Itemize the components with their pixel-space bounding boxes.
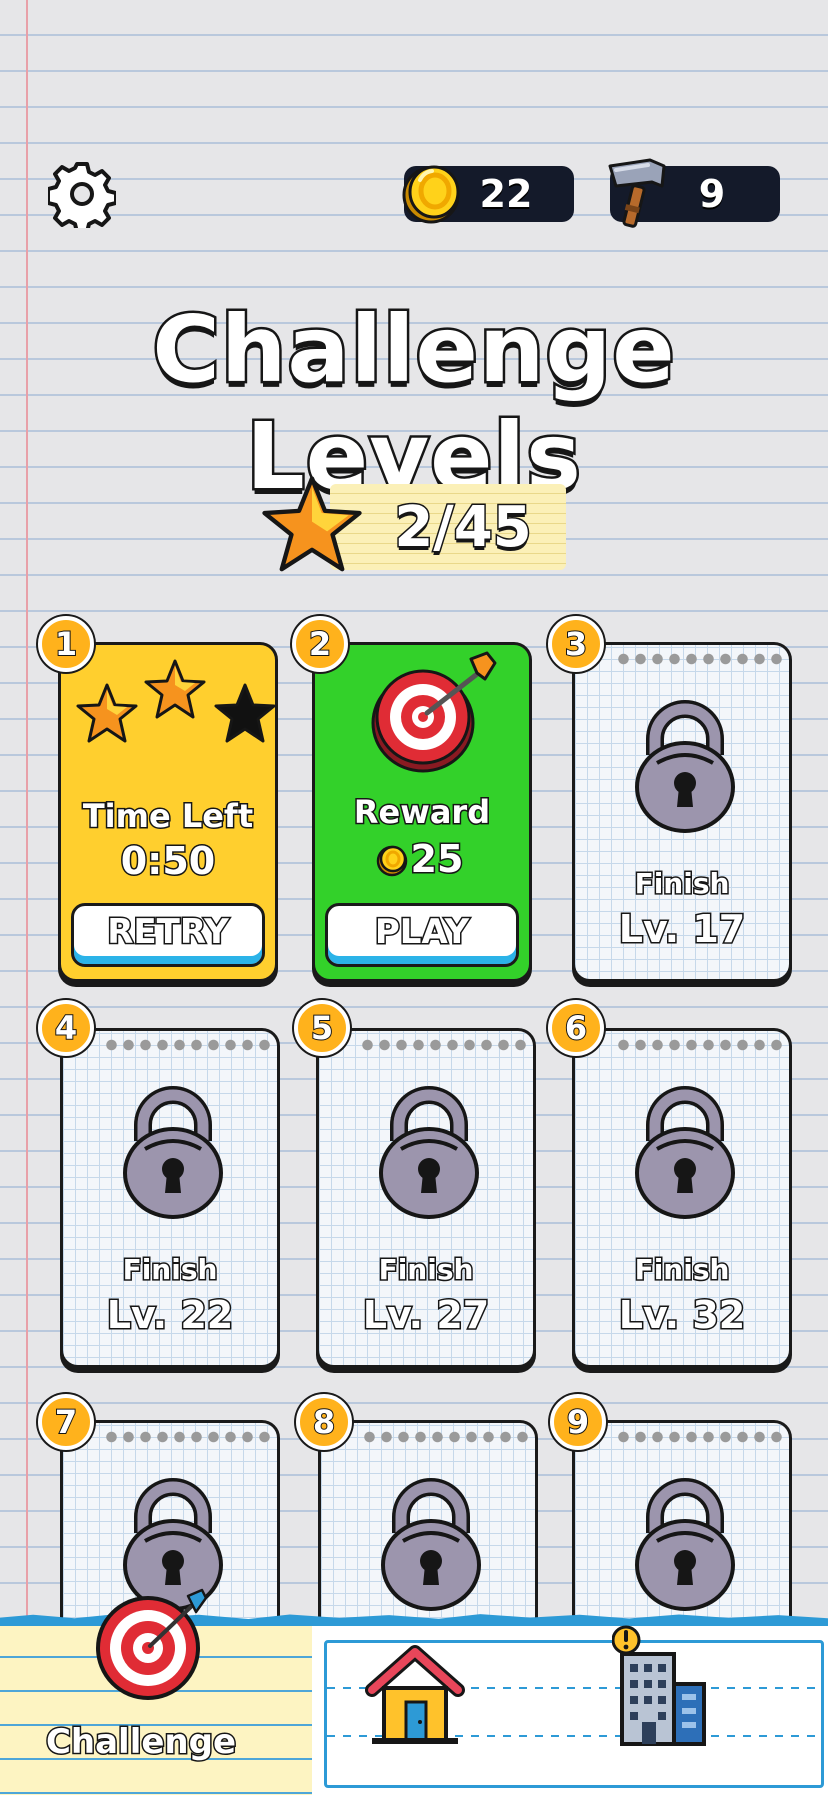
level-card-4[interactable]: Finish Lv. 22 xyxy=(60,1028,280,1368)
unlock-requirement-label: Finish xyxy=(377,1252,475,1288)
tab-challenge-label: Challenge xyxy=(44,1721,237,1764)
level-number-badge: 2 xyxy=(292,616,348,672)
star-earned-icon xyxy=(144,659,206,719)
coin-icon xyxy=(402,165,460,224)
play-button[interactable]: PLAY xyxy=(325,903,519,967)
level-number-badge: 3 xyxy=(548,616,604,672)
star-progress-text: 2/45 xyxy=(393,493,533,561)
level-number-badge: 5 xyxy=(294,1000,350,1056)
level-number: 9 xyxy=(566,1402,590,1442)
reward-label: Reward xyxy=(352,792,491,833)
level-number-badge: 1 xyxy=(38,616,94,672)
unlock-requirement-label: Finish xyxy=(633,866,731,902)
level-number-badge: 4 xyxy=(38,1000,94,1056)
time-left-label: Time Left xyxy=(81,796,254,837)
lock-icon xyxy=(381,1478,481,1611)
retry-button[interactable]: RETRY xyxy=(71,903,265,967)
lock-icon xyxy=(635,1478,735,1611)
level-card-5[interactable]: Finish Lv. 27 xyxy=(316,1028,536,1368)
target-icon xyxy=(96,1588,208,1700)
gear-icon[interactable] xyxy=(48,160,116,228)
level-number-badge: 7 xyxy=(38,1394,94,1450)
unlock-requirement-level: Lv. 27 xyxy=(361,1292,490,1339)
lock-icon xyxy=(635,700,735,833)
level-number: 2 xyxy=(308,624,332,664)
house-icon[interactable] xyxy=(362,1640,468,1746)
star-earned-icon xyxy=(76,683,138,743)
level-card-1[interactable]: Time Left 0:50 RETRY xyxy=(58,642,278,982)
unlock-requirement-level: Lv. 32 xyxy=(617,1292,746,1339)
star-empty-icon xyxy=(214,683,276,743)
lock-icon xyxy=(635,1086,735,1219)
unlock-requirement-label: Finish xyxy=(633,1252,731,1288)
level-card-3[interactable]: Finish Lv. 17 xyxy=(572,642,792,982)
hammer-icon xyxy=(608,158,666,228)
level-number: 7 xyxy=(54,1402,78,1442)
tab-challenge[interactable]: Challenge xyxy=(0,1588,312,1795)
hammer-count: 9 xyxy=(698,172,726,216)
exclamation-icon xyxy=(612,1625,641,1655)
level-number-badge: 9 xyxy=(550,1394,606,1450)
top-bar: 22 9 xyxy=(0,158,828,230)
level-number: 6 xyxy=(564,1008,588,1048)
level-number: 4 xyxy=(54,1008,78,1048)
target-icon xyxy=(371,651,497,773)
level-number: 5 xyxy=(310,1008,334,1048)
level-card-2[interactable]: Reward 25 PLAY xyxy=(312,642,532,982)
reward-value: 25 xyxy=(409,836,465,883)
lock-icon xyxy=(379,1086,479,1219)
level-card-6[interactable]: Finish Lv. 32 xyxy=(572,1028,792,1368)
star-icon xyxy=(262,476,362,572)
level-number: 8 xyxy=(312,1402,336,1442)
building-icon[interactable] xyxy=(612,1624,712,1748)
bottom-nav: Challenge xyxy=(0,1588,828,1795)
unlock-requirement-level: Lv. 17 xyxy=(617,906,746,953)
unlock-requirement-level: Lv. 22 xyxy=(105,1292,234,1339)
coin-count: 22 xyxy=(479,172,533,216)
time-left-value: 0:50 xyxy=(119,838,217,885)
unlock-requirement-label: Finish xyxy=(121,1252,219,1288)
stars-rating xyxy=(76,659,276,743)
level-number: 1 xyxy=(54,624,78,664)
page-title: Challenge Levels xyxy=(150,294,677,513)
level-number: 3 xyxy=(564,624,588,664)
level-number-badge: 8 xyxy=(296,1394,352,1450)
level-number-badge: 6 xyxy=(548,1000,604,1056)
lock-icon xyxy=(123,1086,223,1219)
